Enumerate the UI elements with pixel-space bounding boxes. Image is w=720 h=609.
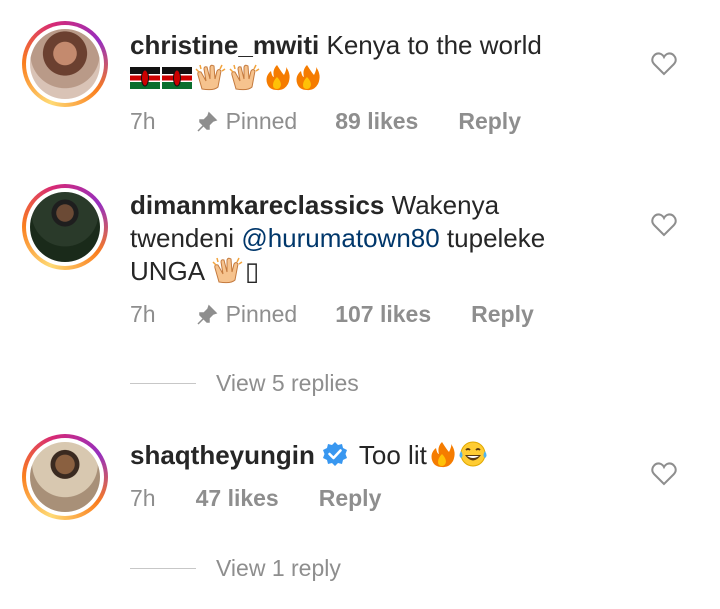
view-replies-label: View 5 replies [216, 370, 359, 396]
username[interactable]: christine_mwiti [130, 30, 319, 60]
comment-body: Too lit [358, 440, 427, 470]
pinned-label: Pinned [225, 301, 298, 327]
clapping-hands-icon [212, 257, 243, 284]
comment-body-line2: twendeni [130, 223, 242, 253]
avatar-dimanmkareclassics[interactable] [22, 184, 108, 270]
tears-of-joy-icon [459, 441, 487, 467]
comment-text: shaqtheyungin Too lit [130, 439, 630, 472]
fire-icon [266, 65, 290, 91]
likes-count[interactable]: 47 likes [196, 485, 279, 512]
emoji-line [130, 63, 322, 93]
like-heart-icon[interactable] [651, 52, 677, 76]
comment-text: christine_mwiti Kenya to the world [130, 29, 630, 95]
comment-meta: 7h 47 likes Reply [130, 485, 381, 512]
avatar-photo [30, 442, 100, 512]
timestamp: 7h [130, 485, 156, 511]
pinned-label: Pinned [225, 108, 298, 134]
fire-icon [296, 65, 320, 91]
likes-count[interactable]: 89 likes [335, 108, 418, 135]
mention-link[interactable]: @hurumatown80 [241, 223, 439, 253]
clapping-hands-icon [229, 64, 260, 91]
reply-button[interactable]: Reply [458, 108, 521, 135]
comment-body: Wakenya [384, 190, 500, 220]
kenya-flag-icon [130, 67, 160, 89]
pin-icon [197, 304, 217, 325]
avatar-photo [30, 29, 100, 99]
comment-text: dimanmkareclassics Wakenya twendeni @hur… [130, 189, 630, 288]
timestamp: 7h [130, 301, 156, 327]
likes-count[interactable]: 107 likes [335, 301, 431, 328]
kenya-flag-icon [162, 67, 192, 89]
view-replies-label: View 1 reply [216, 555, 341, 581]
comment-meta: 7h Pinned 89 likes Reply [130, 108, 521, 135]
fire-icon [431, 442, 455, 468]
avatar-shaqtheyungin[interactable] [22, 434, 108, 520]
reply-button[interactable]: Reply [319, 485, 382, 512]
avatar-photo [30, 192, 100, 262]
like-heart-icon[interactable] [651, 213, 677, 237]
divider-line [130, 383, 196, 384]
reply-button[interactable]: Reply [471, 301, 534, 328]
like-heart-icon[interactable] [651, 462, 677, 486]
view-replies-button[interactable]: View 5 replies [130, 370, 359, 397]
clapping-hands-icon [195, 64, 226, 91]
comment-body: Kenya to the world [319, 30, 542, 60]
pin-icon [197, 111, 217, 132]
view-replies-button[interactable]: View 1 reply [130, 555, 341, 582]
verified-badge-icon [322, 442, 347, 466]
comment-body-line2-tail: tupeleke [439, 223, 546, 253]
username[interactable]: shaqtheyungin [130, 440, 315, 470]
divider-line [130, 568, 196, 569]
missing-glyph: ▯ [244, 256, 260, 286]
comment-meta: 7h Pinned 107 likes Reply [130, 301, 534, 328]
username[interactable]: dimanmkareclassics [130, 190, 384, 220]
avatar-christine-mwiti[interactable] [22, 21, 108, 107]
timestamp: 7h [130, 108, 156, 134]
comment-body-line3: UNGA [130, 256, 211, 286]
